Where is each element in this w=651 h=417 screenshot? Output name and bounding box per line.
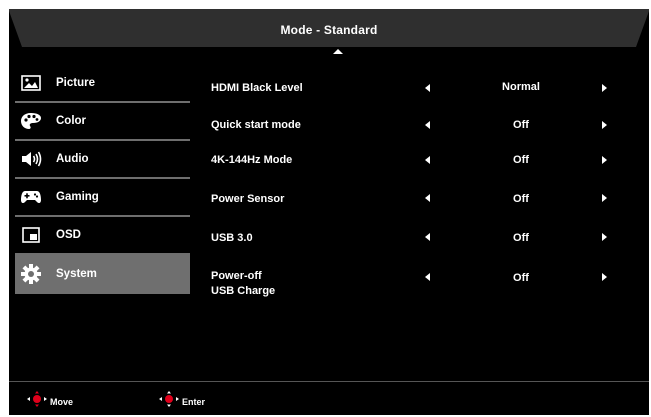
sidebar: Picture Color Audio Gaming OSD System	[15, 65, 190, 295]
sidebar-item-osd[interactable]: OSD	[15, 217, 190, 255]
sidebar-item-system[interactable]: System	[15, 254, 190, 294]
sidebar-item-label: System	[56, 268, 97, 280]
osd-icon	[20, 225, 42, 245]
setting-label: USB 3.0	[211, 232, 253, 244]
setting-label-line2: USB Charge	[211, 285, 276, 297]
joystick-enter-icon	[159, 391, 179, 412]
sidebar-item-color[interactable]: Color	[15, 103, 190, 141]
setting-row-hdmi-black-level[interactable]: HDMI Black Level Normal	[211, 77, 631, 117]
setting-label-line1: Power-off	[211, 270, 262, 282]
right-arrow-icon[interactable]	[602, 233, 607, 241]
left-arrow-icon[interactable]	[425, 273, 430, 281]
sidebar-item-label: Color	[56, 115, 87, 127]
left-arrow-icon[interactable]	[425, 121, 430, 129]
palette-icon	[20, 111, 42, 131]
footer-enter-label: Enter	[182, 396, 206, 407]
sidebar-item-picture[interactable]: Picture	[15, 65, 190, 103]
left-arrow-icon[interactable]	[425, 84, 430, 92]
setting-value: Off	[513, 272, 529, 284]
setting-label: Power Sensor	[211, 193, 285, 205]
left-arrow-icon[interactable]	[425, 156, 430, 164]
right-arrow-icon[interactable]	[602, 121, 607, 129]
sidebar-item-gaming[interactable]: Gaming	[15, 179, 190, 217]
setting-label: Quick start mode	[211, 119, 301, 131]
setting-row-4k-144hz-mode[interactable]: 4K-144Hz Mode Off	[211, 149, 631, 189]
sidebar-item-audio[interactable]: Audio	[15, 141, 190, 179]
sidebar-item-label: Audio	[56, 153, 89, 165]
sidebar-item-label: Picture	[56, 77, 95, 89]
joystick-move-icon	[27, 391, 47, 412]
setting-value: Off	[513, 193, 529, 205]
right-arrow-icon[interactable]	[602, 84, 607, 92]
setting-value: Off	[513, 232, 529, 244]
setting-row-usb-3[interactable]: USB 3.0 Off	[211, 227, 631, 267]
gamepad-icon	[20, 187, 42, 207]
setting-label: 4K-144Hz Mode	[211, 154, 293, 166]
footer-move: Move	[27, 391, 73, 412]
setting-value: Off	[513, 119, 529, 131]
footer-enter: Enter	[159, 391, 205, 412]
osd-menu: Mode - Standard Picture Color Audio Gami…	[9, 9, 649, 415]
mode-title: Mode - Standard	[280, 23, 378, 37]
setting-row-quick-start-mode[interactable]: Quick start mode Off	[211, 114, 631, 154]
left-arrow-icon[interactable]	[425, 233, 430, 241]
footer-move-label: Move	[50, 396, 74, 407]
gear-icon	[20, 264, 42, 284]
setting-value: Off	[513, 154, 529, 166]
scroll-up-icon[interactable]	[333, 49, 343, 54]
sidebar-item-label: OSD	[56, 229, 81, 241]
footer-divider	[9, 381, 649, 382]
sidebar-item-label: Gaming	[56, 191, 99, 203]
setting-label: HDMI Black Level	[211, 82, 303, 94]
speaker-icon	[20, 149, 42, 169]
right-arrow-icon[interactable]	[602, 194, 607, 202]
setting-value: Normal	[502, 81, 540, 93]
setting-row-power-off-usb-charge[interactable]: Power-off USB Charge Off	[211, 267, 631, 311]
picture-icon	[20, 73, 42, 93]
osd-header: Mode - Standard	[9, 9, 649, 59]
right-arrow-icon[interactable]	[602, 273, 607, 281]
right-arrow-icon[interactable]	[602, 156, 607, 164]
setting-row-power-sensor[interactable]: Power Sensor Off	[211, 188, 631, 228]
left-arrow-icon[interactable]	[425, 194, 430, 202]
